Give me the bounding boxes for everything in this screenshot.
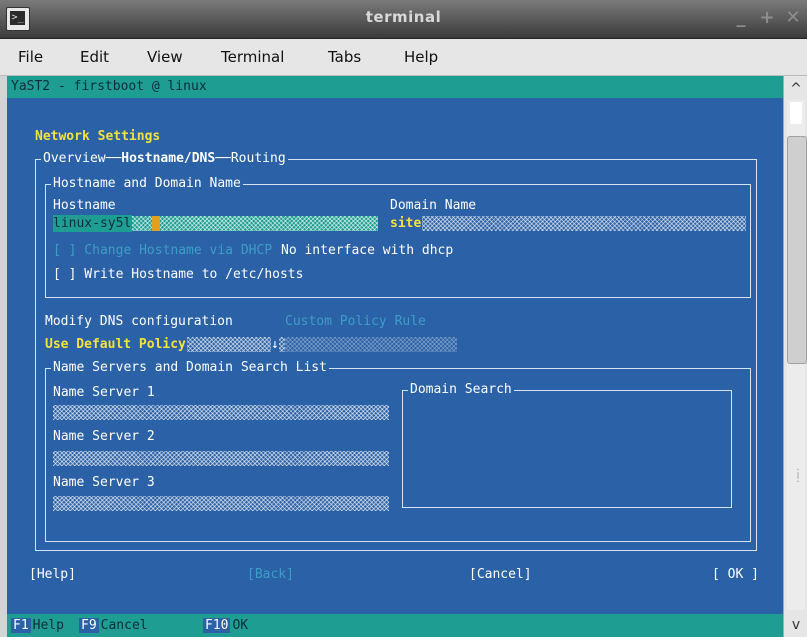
dhcp-checkbox[interactable]: [ ] Change Hostname via DHCP xyxy=(53,242,272,259)
menubar: File Edit View Terminal Tabs Help xyxy=(0,39,807,76)
minimize-button[interactable]: _ xyxy=(729,6,753,30)
name-server-2-label: Name Server 2 xyxy=(53,429,155,444)
tab-strip: Overview──Hostname/DNS──Routing xyxy=(41,150,288,167)
name-server-3-input[interactable] xyxy=(53,496,389,511)
yast-caption-bar: YaST2 - firstboot @ linux xyxy=(7,76,783,98)
hostname-frame-title: Hostname and Domain Name xyxy=(51,175,243,192)
menu-terminal[interactable]: Terminal xyxy=(221,48,284,66)
text-cursor xyxy=(152,216,160,231)
menu-file[interactable]: File xyxy=(18,48,43,66)
fkey-f1[interactable]: F1 Help xyxy=(11,617,64,634)
dns-policy-value: Use Default Policy xyxy=(45,336,187,353)
back-button[interactable]: [Back] xyxy=(247,566,294,583)
domain-input[interactable] xyxy=(390,216,746,231)
hostname-label: Hostname xyxy=(53,198,116,213)
custom-policy-label: Custom Policy Rule xyxy=(285,314,426,329)
menu-tabs[interactable]: Tabs xyxy=(328,48,361,66)
tab-hostname-dns[interactable]: Hostname/DNS xyxy=(121,151,215,166)
ok-button[interactable]: [ OK ] xyxy=(712,566,759,583)
scroll-thumb[interactable] xyxy=(787,136,807,364)
function-key-bar: F1 Help F9 Cancel F10 OK xyxy=(7,614,783,637)
menu-help[interactable]: Help xyxy=(404,48,438,66)
tab-overview[interactable]: Overview xyxy=(43,151,106,166)
domain-value: site xyxy=(390,215,423,232)
name-server-2-input[interactable] xyxy=(53,451,389,466)
domain-search-list[interactable] xyxy=(402,390,732,508)
domain-search-label: Domain Search xyxy=(408,381,514,398)
modify-dns-label: Modify DNS configuration xyxy=(45,314,233,329)
close-button[interactable]: ✕ xyxy=(781,6,805,30)
maximize-button[interactable]: + xyxy=(755,6,779,30)
custom-policy-input[interactable] xyxy=(285,337,457,352)
cancel-button[interactable]: [Cancel] xyxy=(469,566,532,583)
name-server-1-input[interactable] xyxy=(53,405,389,420)
name-server-3-label: Name Server 3 xyxy=(53,475,155,490)
terminal-screen[interactable]: YaST2 - firstboot @ linux Network Settin… xyxy=(7,76,783,637)
dhcp-note: No interface with dhcp xyxy=(281,243,454,258)
fkey-f10[interactable]: F10 OK xyxy=(203,617,248,634)
domain-label: Domain Name xyxy=(390,198,477,213)
resize-grip-icon: ⋮ ⋮ xyxy=(793,468,803,484)
scroll-indicator xyxy=(790,102,802,124)
hostname-value: linux-sy5l xyxy=(53,215,133,232)
name-servers-frame-title: Name Servers and Domain Search List xyxy=(51,359,329,376)
name-server-1-label: Name Server 1 xyxy=(53,385,155,400)
window-titlebar: >_ terminal _ + ✕ xyxy=(0,0,807,39)
write-hosts-checkbox[interactable]: [ ] Write Hostname to /etc/hosts xyxy=(53,266,303,283)
tab-routing[interactable]: Routing xyxy=(231,151,286,166)
page-title: Network Settings xyxy=(35,129,161,144)
fkey-f9[interactable]: F9 Cancel xyxy=(79,617,148,634)
scroll-up-icon[interactable]: ^ xyxy=(784,78,807,100)
menu-edit[interactable]: Edit xyxy=(80,48,109,66)
dropdown-arrow-icon: ↓ xyxy=(271,336,279,353)
menu-view[interactable]: View xyxy=(147,48,183,66)
window-title: terminal xyxy=(365,8,442,26)
terminal-scrollbar[interactable]: ^ ⋮ ⋮ v xyxy=(783,76,807,637)
help-button[interactable]: [Help] xyxy=(29,566,76,583)
scroll-down-icon[interactable]: v xyxy=(784,614,807,636)
yast-caption: YaST2 - firstboot @ linux xyxy=(11,79,207,94)
